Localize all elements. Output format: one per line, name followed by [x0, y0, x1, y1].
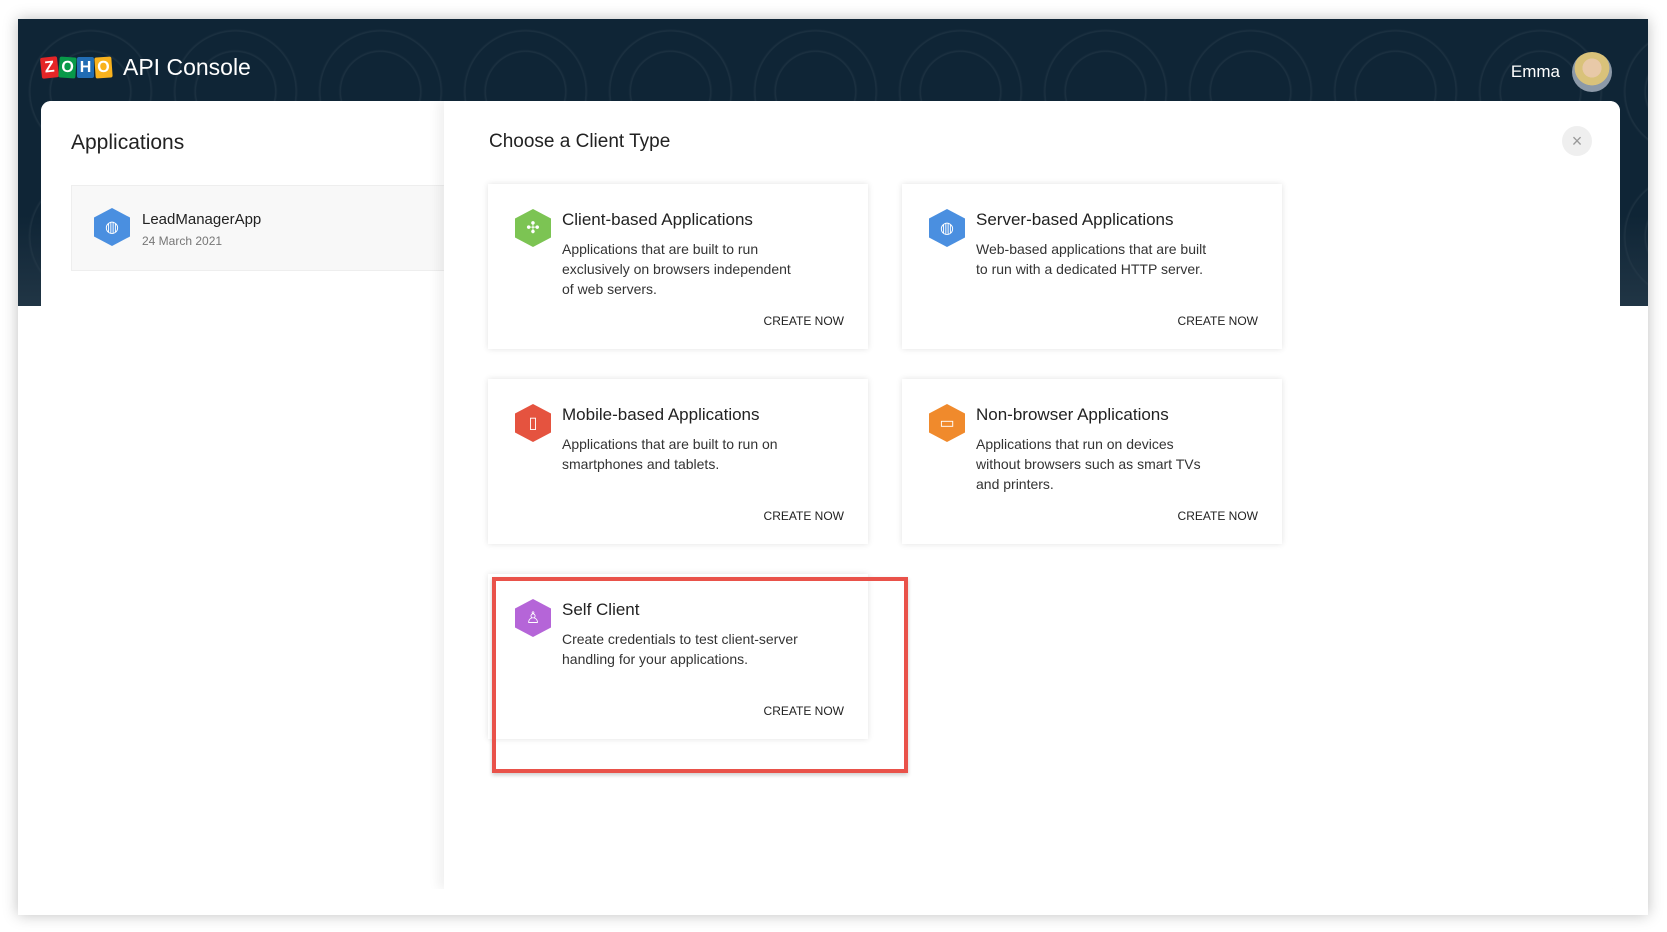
- create-now-button[interactable]: CREATE NOW: [1178, 509, 1258, 523]
- logo-letter: Z: [39, 56, 60, 79]
- client-type-description: Web-based applications that are built to…: [976, 241, 1207, 277]
- client-type-panel: Choose a Client Type × ✣ Client-based Ap…: [444, 101, 1620, 889]
- client-type-non-browser[interactable]: ▭ Non-browser Applications Applications …: [902, 379, 1282, 544]
- highlight-box: [492, 577, 908, 773]
- sidebar-title: Applications: [71, 131, 185, 154]
- logo-letter: O: [94, 56, 113, 79]
- main-card: Applications ◍ LeadManagerApp 24 March 2…: [41, 101, 1620, 889]
- user-menu[interactable]: Emma: [1511, 52, 1612, 92]
- client-type-title: Non-browser Applications: [976, 405, 1169, 424]
- client-type-description: Applications that run on devices without…: [976, 436, 1201, 492]
- zoho-logo[interactable]: Z O H O API Console: [39, 54, 251, 81]
- puzzle-icon: ✣: [515, 209, 551, 247]
- app-list-item[interactable]: ◍ LeadManagerApp 24 March 2021: [71, 185, 444, 271]
- panel-title: Choose a Client Type: [489, 131, 671, 152]
- client-type-server-based[interactable]: ◍ Server-based Applications Web-based ap…: [902, 184, 1282, 349]
- create-now-button[interactable]: CREATE NOW: [764, 314, 844, 328]
- close-button[interactable]: ×: [1562, 126, 1592, 156]
- app-name: LeadManagerApp: [142, 211, 262, 228]
- client-type-title: Mobile-based Applications: [562, 405, 760, 424]
- mobile-icon: ▯: [515, 404, 551, 442]
- create-now-button[interactable]: CREATE NOW: [1178, 314, 1258, 328]
- logo-letter: H: [77, 57, 94, 78]
- globe-icon: ◍: [94, 208, 130, 246]
- app-date: 24 March 2021: [142, 234, 223, 248]
- browser-window: Z O H O API Console Emma Applications ◍ …: [18, 19, 1648, 915]
- client-type-title: Server-based Applications: [976, 210, 1174, 229]
- zoho-logo-mark: Z O H O: [39, 56, 113, 79]
- client-type-title: Client-based Applications: [562, 210, 753, 229]
- client-type-client-based[interactable]: ✣ Client-based Applications Applications…: [488, 184, 868, 349]
- applications-sidebar: Applications ◍ LeadManagerApp 24 March 2…: [41, 101, 444, 889]
- tv-icon: ▭: [929, 404, 965, 442]
- avatar[interactable]: [1572, 52, 1612, 92]
- globe-icon: ◍: [929, 209, 965, 247]
- client-type-mobile-based[interactable]: ▯ Mobile-based Applications Applications…: [488, 379, 868, 544]
- logo-letter: O: [58, 56, 77, 79]
- client-type-description: Applications that are built to run exclu…: [562, 241, 791, 297]
- user-name: Emma: [1510, 62, 1560, 81]
- app-title: API Console: [123, 54, 251, 80]
- create-now-button[interactable]: CREATE NOW: [764, 509, 844, 523]
- client-type-description: Applications that are built to run on sm…: [562, 436, 778, 472]
